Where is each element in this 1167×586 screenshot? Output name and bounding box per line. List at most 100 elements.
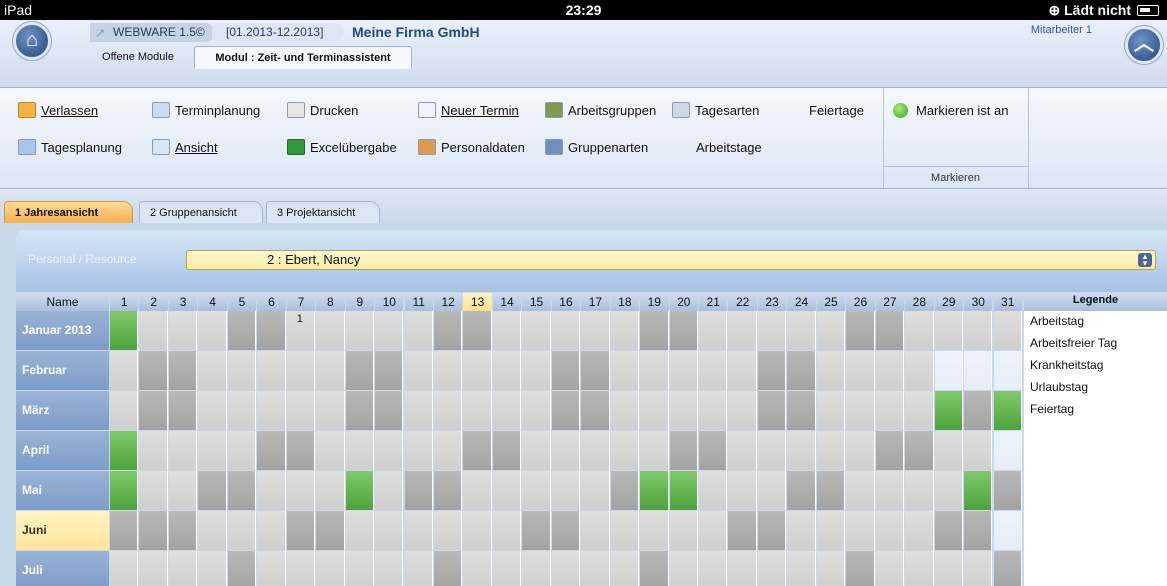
day-cell[interactable] — [816, 511, 846, 550]
day-cell[interactable] — [610, 471, 640, 510]
day-cell[interactable] — [993, 431, 1022, 470]
day-cell[interactable] — [404, 391, 433, 430]
day-cell[interactable] — [669, 351, 698, 390]
tab-projektansicht[interactable]: 3 Projektansicht — [266, 201, 380, 223]
day-cell[interactable] — [875, 431, 905, 470]
day-cell[interactable] — [463, 511, 492, 550]
neuer-termin-button[interactable]: Neuer Termin — [418, 100, 519, 122]
day-cell[interactable] — [905, 311, 934, 350]
day-cell[interactable] — [787, 471, 816, 510]
day-cell[interactable] — [139, 511, 168, 550]
day-cell[interactable] — [257, 471, 286, 510]
day-cell[interactable] — [139, 311, 168, 350]
day-cell[interactable] — [964, 391, 993, 430]
arbeitsgruppen-button[interactable]: Arbeitsgruppen — [545, 100, 656, 122]
day-cell[interactable] — [610, 551, 640, 586]
tab-jahresansicht[interactable]: 1 Jahresansicht — [4, 201, 133, 223]
day-cell[interactable] — [110, 431, 139, 470]
day-cell[interactable] — [433, 351, 463, 390]
day-cell[interactable] — [168, 551, 198, 586]
day-cell[interactable] — [257, 311, 286, 350]
day-cell[interactable] — [316, 391, 345, 430]
day-cell[interactable] — [227, 431, 257, 470]
day-cell[interactable] — [257, 551, 286, 586]
markieren-toggle[interactable]: Markieren ist an — [893, 100, 1008, 122]
day-cell[interactable] — [286, 551, 316, 586]
day-cell[interactable] — [286, 471, 316, 510]
day-cell[interactable] — [551, 471, 581, 510]
collapse-button[interactable]: ︿ — [1125, 26, 1163, 64]
day-cell[interactable] — [934, 431, 964, 470]
day-cell[interactable] — [669, 551, 698, 586]
day-cell[interactable] — [846, 511, 875, 550]
day-cell[interactable] — [492, 551, 522, 586]
day-cell[interactable] — [581, 511, 610, 550]
day-cell[interactable] — [964, 431, 993, 470]
day-cell[interactable] — [316, 551, 345, 586]
day-cell[interactable] — [227, 351, 257, 390]
day-cell[interactable] — [728, 311, 757, 350]
day-cell[interactable] — [168, 511, 198, 550]
day-cell[interactable] — [669, 391, 698, 430]
day-cell[interactable] — [227, 391, 257, 430]
day-cell[interactable] — [198, 351, 227, 390]
day-cell[interactable] — [257, 351, 286, 390]
day-cell[interactable] — [640, 471, 669, 510]
day-cell[interactable] — [404, 351, 433, 390]
day-cell[interactable] — [375, 431, 404, 470]
day-cell[interactable] — [168, 391, 198, 430]
day-cell[interactable] — [669, 431, 698, 470]
day-cell[interactable] — [345, 351, 375, 390]
day-cell[interactable] — [492, 471, 522, 510]
day-cell[interactable] — [551, 511, 581, 550]
day-cell[interactable] — [139, 551, 168, 586]
day-cell[interactable] — [934, 391, 964, 430]
day-cell[interactable] — [640, 511, 669, 550]
day-cell[interactable] — [816, 391, 846, 430]
day-cell[interactable] — [581, 471, 610, 510]
day-cell[interactable] — [875, 511, 905, 550]
day-cell[interactable] — [699, 311, 728, 350]
day-cell[interactable] — [286, 431, 316, 470]
day-cell[interactable] — [463, 431, 492, 470]
day-cell[interactable] — [993, 391, 1022, 430]
day-cell[interactable] — [375, 311, 404, 350]
day-cell[interactable] — [875, 471, 905, 510]
personaldaten-button[interactable]: Personaldaten — [418, 137, 525, 159]
day-cell[interactable] — [492, 311, 522, 350]
day-cell[interactable] — [551, 391, 581, 430]
month-label[interactable]: Juli — [16, 551, 109, 586]
day-cell[interactable] — [640, 431, 669, 470]
day-cell[interactable] — [286, 391, 316, 430]
day-cell[interactable] — [286, 511, 316, 550]
month-label[interactable]: Januar 2013 — [16, 311, 109, 350]
day-cell[interactable] — [964, 551, 993, 586]
day-cell[interactable] — [787, 511, 816, 550]
day-cell[interactable] — [610, 351, 640, 390]
day-cell[interactable] — [875, 311, 905, 350]
day-cell[interactable] — [640, 311, 669, 350]
day-cell[interactable] — [375, 351, 404, 390]
day-cell[interactable] — [198, 471, 227, 510]
day-cell[interactable] — [345, 471, 375, 510]
day-cell[interactable] — [787, 431, 816, 470]
day-cell[interactable] — [728, 391, 757, 430]
tab-offene-module[interactable]: Offene Module — [88, 46, 188, 68]
day-cell[interactable] — [787, 351, 816, 390]
arbeitstage-button[interactable]: Arbeitstage — [696, 137, 762, 159]
breadcrumb-app[interactable]: ➚ WEBWARE 1.5© — [90, 23, 215, 42]
day-cell[interactable] — [551, 351, 581, 390]
day-cell[interactable] — [934, 351, 964, 390]
day-cell[interactable] — [522, 471, 551, 510]
day-cell[interactable] — [198, 431, 227, 470]
day-cell[interactable] — [433, 431, 463, 470]
day-cell[interactable] — [522, 311, 551, 350]
day-cell[interactable] — [846, 551, 875, 586]
day-cell[interactable] — [728, 471, 757, 510]
day-cell[interactable] — [110, 351, 139, 390]
day-cell[interactable] — [787, 551, 816, 586]
day-cell[interactable] — [345, 431, 375, 470]
day-cell[interactable] — [139, 431, 168, 470]
day-cell[interactable] — [168, 431, 198, 470]
day-cell[interactable] — [257, 391, 286, 430]
